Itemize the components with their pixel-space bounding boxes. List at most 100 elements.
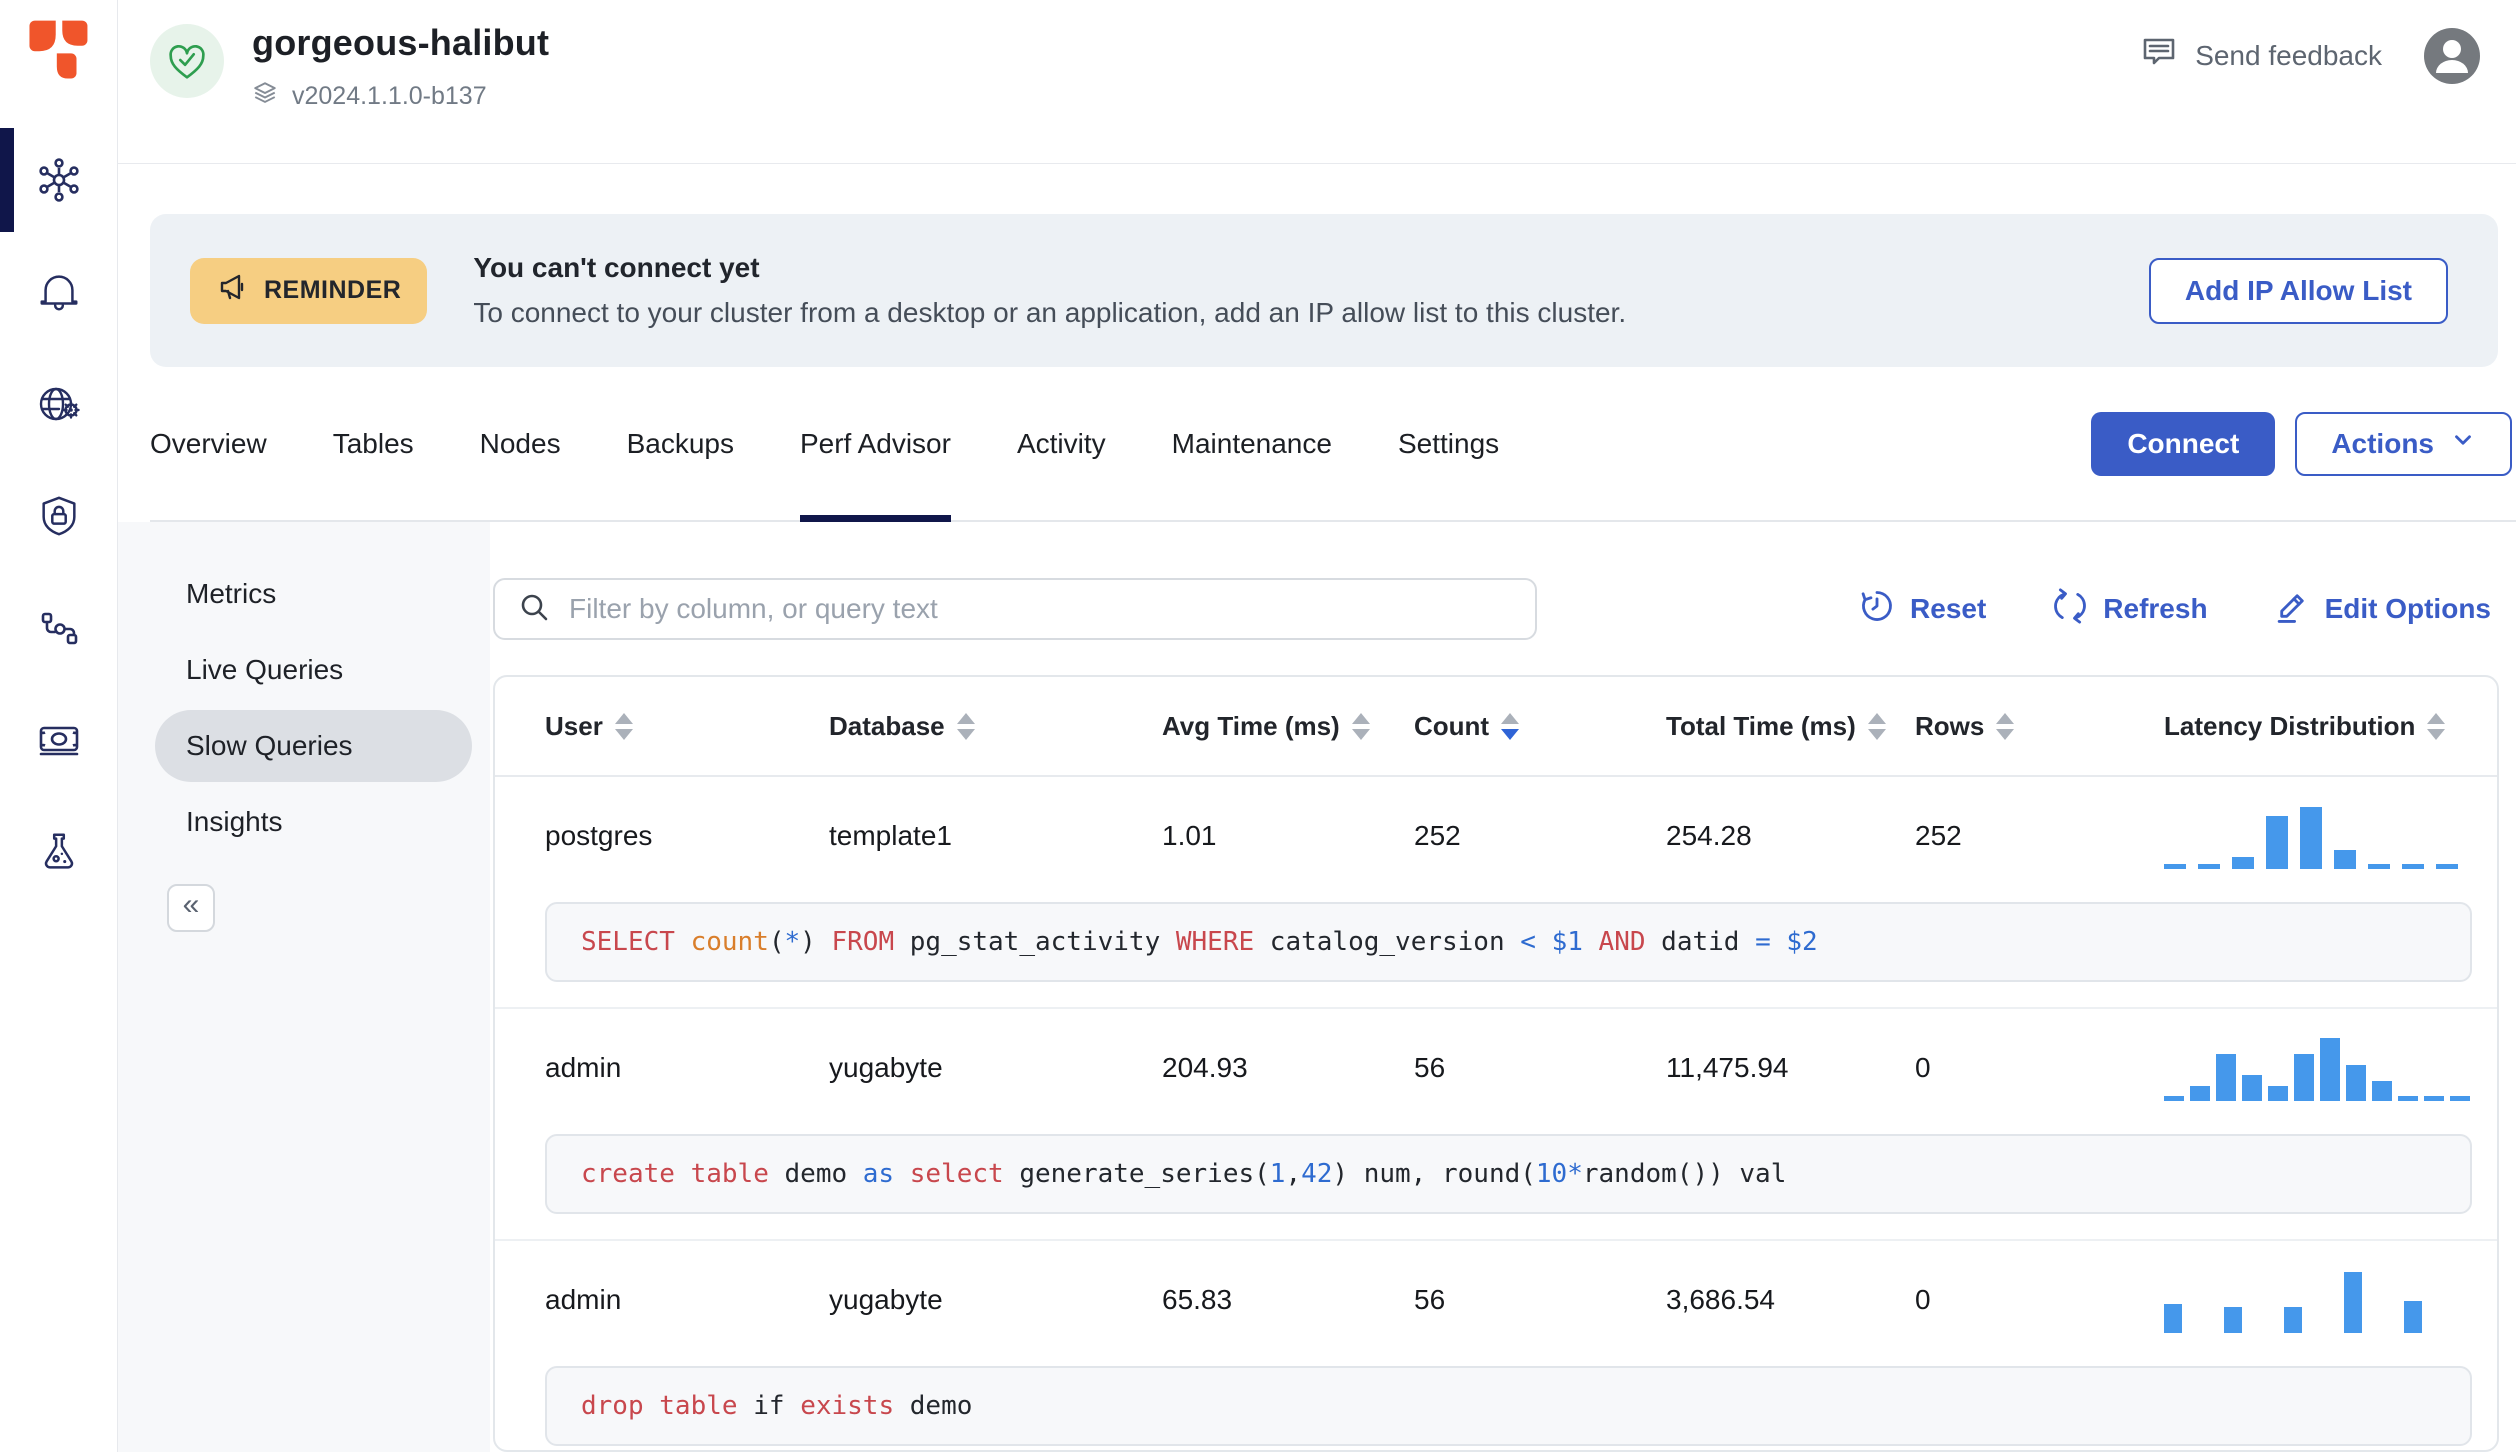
column-header-total-time-ms[interactable]: Total Time (ms) — [1616, 711, 1886, 742]
sidebar-item-integrations[interactable] — [0, 572, 118, 684]
refresh-label: Refresh — [2103, 593, 2208, 624]
megaphone-icon — [216, 270, 250, 311]
cell-count: 252 — [1414, 820, 1461, 851]
cell-total-time: 11,475.94 — [1666, 1052, 1789, 1083]
yugabyte-logo[interactable] — [0, 0, 118, 124]
table-header-row: User Database Avg Time (ms) Count Total … — [495, 677, 2497, 777]
banner-message: To connect to your cluster from a deskto… — [473, 297, 1627, 328]
sort-icon[interactable] — [1501, 712, 1520, 740]
column-header-latency-distribution[interactable]: Latency Distribution — [2114, 711, 2497, 742]
actions-label: Actions — [2331, 427, 2434, 459]
slow-queries-table: User Database Avg Time (ms) Count Total … — [493, 675, 2499, 1452]
actions-dropdown-button[interactable]: Actions — [2295, 411, 2512, 476]
sidebar-item-security[interactable] — [0, 460, 118, 572]
app-sidebar — [0, 0, 118, 1452]
refresh-icon — [2052, 588, 2088, 631]
cell-user: admin — [545, 1052, 622, 1083]
add-ip-allow-list-button[interactable]: Add IP Allow List — [2148, 257, 2448, 324]
query-row[interactable]: postgres template1 1.01 252 254.28 252 — [495, 777, 2497, 895]
send-feedback-button[interactable]: Send feedback — [2139, 32, 2382, 79]
filter-input[interactable] — [569, 593, 1513, 625]
cell-total-time: 254.28 — [1666, 820, 1752, 851]
cell-count: 56 — [1414, 1052, 1446, 1083]
subnav-item-live-queries[interactable]: Live Queries — [155, 634, 472, 706]
banner-title: You can't connect yet — [473, 252, 760, 283]
cell-user: admin — [545, 1284, 622, 1315]
query-row[interactable]: admin yugabyte 65.83 56 3,686.54 0 — [495, 1241, 2497, 1359]
edit-options-label: Edit Options — [2324, 593, 2491, 624]
column-header-database[interactable]: Database — [779, 711, 1112, 742]
page-header: gorgeous-halibut v2024.1.1.0-b137 Send f… — [118, 0, 2516, 164]
reset-button[interactable]: Reset — [1859, 588, 1986, 631]
cell-rows: 252 — [1915, 820, 1962, 851]
cell-rows: 0 — [1915, 1052, 1931, 1083]
filter-box[interactable] — [493, 578, 1537, 640]
sidebar-item-labs[interactable] — [0, 796, 118, 908]
cell-user: postgres — [545, 820, 653, 851]
shield-lock-icon — [36, 493, 82, 539]
cell-avg-time: 1.01 — [1162, 820, 1217, 851]
cell-avg-time: 204.93 — [1162, 1052, 1248, 1083]
user-avatar[interactable] — [2424, 28, 2480, 84]
subnav-item-insights[interactable]: Insights — [155, 786, 472, 858]
query-row[interactable]: admin yugabyte 204.93 56 11,475.94 0 — [495, 1009, 2497, 1127]
query-text-row: drop table if exists demo — [495, 1359, 2497, 1450]
tab-overview[interactable]: Overview — [150, 367, 267, 520]
tab-backups[interactable]: Backups — [627, 367, 734, 520]
tab-tables[interactable]: Tables — [333, 367, 414, 520]
column-header-avg-time-ms[interactable]: Avg Time (ms) — [1112, 711, 1370, 742]
collapse-subnav-button[interactable]: « — [167, 884, 215, 932]
cell-count: 56 — [1414, 1284, 1446, 1315]
send-feedback-label: Send feedback — [2195, 39, 2382, 71]
sidebar-item-alerts[interactable] — [0, 236, 118, 348]
reminder-badge-label: REMINDER — [264, 276, 402, 304]
subnav-item-slow-queries[interactable]: Slow Queries — [155, 710, 472, 782]
sort-icon[interactable] — [614, 712, 633, 740]
edit-options-button[interactable]: Edit Options — [2274, 588, 2491, 631]
query-text-row: SELECT count(*) FROM pg_stat_activity WH… — [495, 895, 2497, 1009]
refresh-button[interactable]: Refresh — [2052, 588, 2208, 631]
tab-nodes[interactable]: Nodes — [480, 367, 561, 520]
reset-history-icon — [1859, 588, 1895, 631]
latency-histogram — [2114, 1035, 2497, 1101]
version-layers-icon — [252, 80, 278, 113]
tab-settings[interactable]: Settings — [1398, 367, 1499, 520]
perf-advisor-subnav: Metrics Live Queries Slow Queries Insights « — [118, 522, 490, 1452]
sidebar-item-network[interactable] — [0, 348, 118, 460]
cell-database: yugabyte — [829, 1052, 943, 1083]
integrations-icon — [35, 604, 83, 652]
connect-button[interactable]: Connect — [2091, 411, 2276, 476]
tab-activity[interactable]: Activity — [1017, 367, 1106, 520]
cell-avg-time: 65.83 — [1162, 1284, 1233, 1315]
sort-icon[interactable] — [2427, 712, 2446, 740]
subnav-item-metrics[interactable]: Metrics — [155, 558, 472, 630]
column-header-user[interactable]: User — [495, 711, 779, 742]
tab-perf-advisor[interactable]: Perf Advisor — [799, 367, 951, 522]
reset-label: Reset — [1910, 593, 1987, 624]
latency-histogram — [2114, 803, 2497, 869]
queries-toolbar: Reset Refresh — [493, 578, 2499, 640]
column-header-count[interactable]: Count — [1364, 711, 1616, 742]
table-body: postgres template1 1.01 252 254.28 252 S… — [495, 777, 2497, 1450]
globe-gear-icon — [35, 380, 83, 428]
sidebar-item-billing[interactable] — [0, 684, 118, 796]
clusters-icon — [35, 156, 83, 204]
reminder-badge: REMINDER — [190, 257, 428, 324]
sort-icon[interactable] — [1996, 712, 2015, 740]
cell-database: template1 — [829, 820, 952, 851]
latency-histogram — [2114, 1267, 2497, 1333]
sidebar-item-clusters[interactable] — [0, 124, 118, 236]
sql-query-box[interactable]: drop table if exists demo — [545, 1366, 2472, 1446]
cell-database: yugabyte — [829, 1284, 943, 1315]
sql-query-box[interactable]: SELECT count(*) FROM pg_stat_activity WH… — [545, 902, 2472, 982]
chevron-down-icon — [2450, 427, 2476, 460]
cell-total-time: 3,686.54 — [1666, 1284, 1775, 1315]
edit-pencil-icon — [2274, 588, 2310, 631]
tab-maintenance[interactable]: Maintenance — [1172, 367, 1332, 520]
query-text-row: create table demo as select generate_ser… — [495, 1127, 2497, 1241]
search-icon — [517, 590, 551, 629]
sql-query-box[interactable]: create table demo as select generate_ser… — [545, 1134, 2472, 1214]
sort-icon[interactable] — [956, 712, 975, 740]
cluster-health-icon — [150, 24, 224, 98]
column-header-rows[interactable]: Rows — [1865, 711, 2114, 742]
